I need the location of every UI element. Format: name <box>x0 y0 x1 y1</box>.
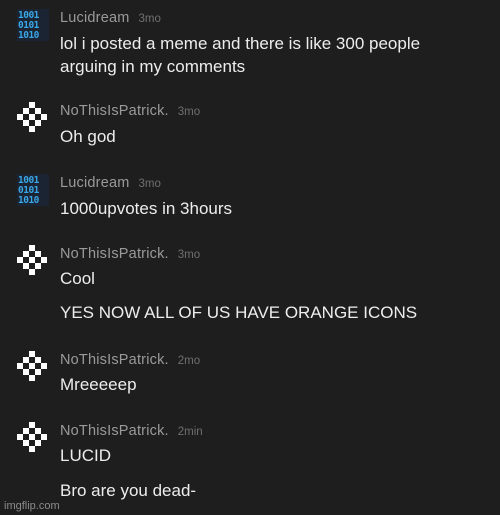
binary-avatar-icon[interactable]: 1001 0101 1010 <box>17 9 49 41</box>
comment-text: YES NOW ALL OF US HAVE ORANGE ICONS <box>60 303 418 322</box>
timestamp: 3mo <box>138 178 161 190</box>
username[interactable]: NoThisIsPatrick. <box>60 103 169 119</box>
comment-header: Lucidream 3mo <box>60 9 161 28</box>
binary-avatar-icon[interactable]: 1001 0101 1010 <box>17 174 49 206</box>
svg-text:1010: 1010 <box>18 195 40 206</box>
watermark: imgflip.com <box>4 500 60 512</box>
comment-text: lol i posted a meme and there is like 30… <box>60 34 421 53</box>
comment-header: NoThisIsPatrick. 2min <box>60 422 203 441</box>
checker-avatar-icon[interactable] <box>17 351 49 383</box>
checker-avatar-icon[interactable] <box>17 245 49 277</box>
comment-thread: 1001 0101 1010 Lucidream 3mo lol i posted… <box>0 0 500 515</box>
comment-text: 1000upvotes in 3hours <box>60 199 233 218</box>
username[interactable]: NoThisIsPatrick. <box>60 352 169 368</box>
comment-header: NoThisIsPatrick. 3mo <box>60 102 200 121</box>
comment-text: arguing in my comments <box>60 57 246 76</box>
svg-text:1010: 1010 <box>18 30 40 41</box>
username[interactable]: NoThisIsPatrick. <box>60 246 169 262</box>
comment-header: Lucidream 3mo <box>60 174 161 193</box>
comment-text: Bro are you dead- <box>60 481 197 500</box>
comment-text: Mreeeeep <box>60 375 137 394</box>
comment-text: LUCID <box>60 446 112 465</box>
username[interactable]: Lucidream <box>60 175 130 191</box>
username[interactable]: Lucidream <box>60 10 130 26</box>
timestamp: 2mo <box>177 355 201 367</box>
username[interactable]: NoThisIsPatrick. <box>60 423 169 439</box>
timestamp: 3mo <box>177 249 201 261</box>
timestamp: 3mo <box>177 106 201 118</box>
timestamp: 2min <box>177 426 203 438</box>
timestamp: 3mo <box>138 13 161 25</box>
comment-header: NoThisIsPatrick. 3mo <box>60 245 200 264</box>
checker-avatar-icon[interactable] <box>17 422 49 454</box>
checker-avatar-icon[interactable] <box>17 102 49 134</box>
comment-header: NoThisIsPatrick. 2mo <box>60 351 200 370</box>
comment-text: Cool <box>60 269 95 288</box>
comment-text: Oh god <box>60 127 116 146</box>
